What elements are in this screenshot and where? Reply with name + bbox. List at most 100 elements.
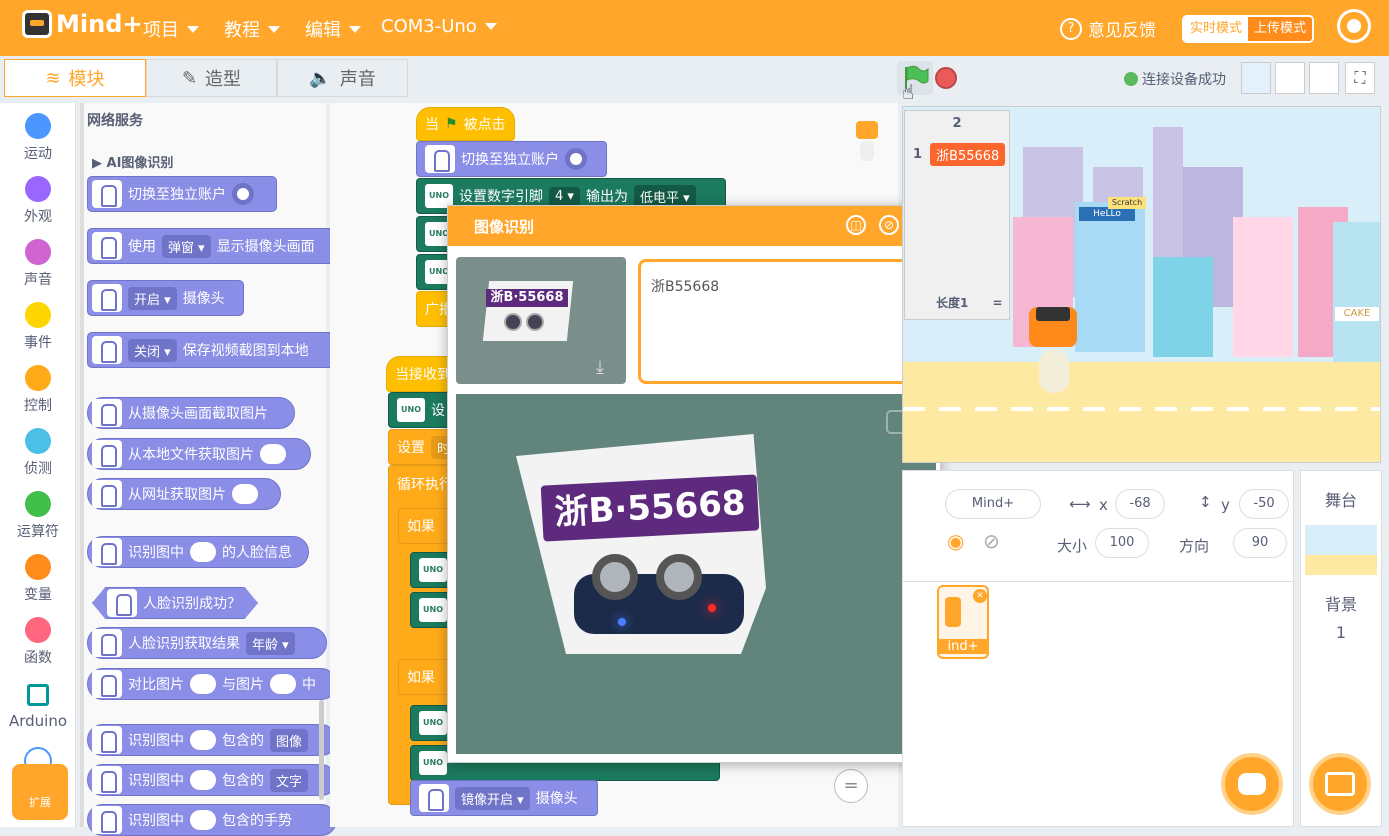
hide-eye-icon[interactable]: ⊘ xyxy=(983,529,1000,553)
mode-switch[interactable]: 实时模式 上传模式 xyxy=(1182,15,1315,43)
pin-dropdown: 4 ▾ xyxy=(549,186,580,206)
block-from-local[interactable]: 从本地文件获取图片 xyxy=(87,438,311,470)
block-close-save[interactable]: 关闭 ▾ 保存视频截图到本地 xyxy=(87,332,337,368)
small-stage-button[interactable] xyxy=(1241,62,1271,94)
block-when-receive[interactable]: 当接收到 xyxy=(386,356,456,392)
upload-mode-button[interactable]: 上传模式 xyxy=(1248,17,1313,41)
category-motion[interactable]: 运动 xyxy=(0,113,76,163)
category-functions[interactable]: 函数 xyxy=(0,617,76,667)
list-monitor[interactable]: 2 1 浙B55668 xyxy=(904,110,1010,320)
sprite-name-input[interactable]: Mind+ xyxy=(945,489,1041,519)
palette-section-title: 网络服务 xyxy=(87,113,143,129)
stop-button[interactable] xyxy=(935,67,957,89)
mind-bot-icon xyxy=(22,10,52,38)
menu-edit[interactable]: 编辑 xyxy=(305,16,361,42)
gear-icon[interactable] xyxy=(1340,12,1368,40)
block-face-success[interactable]: 人脸识别成功？ xyxy=(92,587,258,619)
tab-sounds[interactable]: 🔈 声音 xyxy=(277,59,408,97)
menu-project[interactable]: 项目 xyxy=(143,16,199,42)
popup-dropdown: 弹窗 ▾ xyxy=(162,234,211,258)
block-mirror-open[interactable]: 镜像开启 ▾ 摄像头 xyxy=(410,780,598,816)
direction-input[interactable]: 90 xyxy=(1233,528,1287,558)
close-dropdown: 关闭 ▾ xyxy=(128,338,177,362)
block-switch-account[interactable]: 切换至独立账户 xyxy=(416,141,607,177)
block-set-time[interactable]: 设置时 xyxy=(388,429,457,465)
block-switch-account[interactable]: 切换至独立账户 xyxy=(87,176,277,212)
hide-eye-icon[interactable]: ⊘ xyxy=(879,215,899,235)
palette-scrollbar[interactable] xyxy=(319,700,324,800)
delete-sprite-icon[interactable]: ✕ xyxy=(973,589,987,603)
face-ai-icon xyxy=(92,399,122,427)
tab-costumes[interactable]: ✎ 造型 xyxy=(146,59,277,97)
category-looks[interactable]: 外观 xyxy=(0,176,76,226)
backdrop-thumbnail[interactable] xyxy=(1305,525,1377,575)
show-eye-icon[interactable]: ◉ xyxy=(947,529,964,553)
age-dropdown: 年龄 ▾ xyxy=(246,631,295,655)
category-dot-icon xyxy=(25,239,51,265)
block-face-result[interactable]: 人脸识别获取结果 年龄 ▾ xyxy=(87,627,327,659)
x-input[interactable]: -68 xyxy=(1115,489,1165,519)
gear-icon xyxy=(565,148,587,170)
app-logo[interactable]: Mind+ xyxy=(22,10,142,38)
block-recognize-face[interactable]: 识别图中 的人脸信息 xyxy=(87,536,309,568)
download-icon[interactable]: ⤓ xyxy=(596,357,616,378)
sprite-preview-icon xyxy=(852,115,882,165)
connected-dot-icon xyxy=(1124,72,1138,86)
extension-button[interactable]: 扩展 xyxy=(12,764,68,820)
image-icon xyxy=(1325,772,1355,796)
sprite-thumbnail[interactable]: ind+ ✕ xyxy=(937,585,989,659)
category-sound[interactable]: 声音 xyxy=(0,239,76,289)
menu-port[interactable]: COM3-Uno xyxy=(381,16,497,37)
face-ai-icon xyxy=(92,766,122,794)
scratch-sign: Scratch xyxy=(1108,197,1146,209)
chevron-down-icon xyxy=(187,25,199,33)
recognition-result-box[interactable]: 浙B55668 xyxy=(638,259,935,384)
block-use-popup[interactable]: 使用 弹窗 ▾ 显示摄像头画面 xyxy=(87,228,337,264)
block-open-camera[interactable]: 开启 ▾ 摄像头 xyxy=(87,280,244,316)
block-when-flag[interactable]: 当 ⚑ 被点击 xyxy=(416,107,515,141)
pin-window-icon[interactable]: ◫ xyxy=(846,215,866,235)
tab-blocks[interactable]: ≋ 模块 xyxy=(4,59,146,97)
category-events[interactable]: 事件 xyxy=(0,302,76,352)
block-contains-gesture[interactable]: 识别图中 包含的手势 xyxy=(87,804,337,836)
face-ai-icon xyxy=(92,284,122,312)
category-arduino[interactable]: Arduino xyxy=(0,680,76,730)
category-dot-icon xyxy=(25,176,51,202)
face-ai-icon xyxy=(92,670,122,698)
face-ai-icon xyxy=(92,232,122,260)
add-backdrop-button[interactable] xyxy=(1309,753,1371,815)
chevron-down-icon xyxy=(268,25,280,33)
block-from-url[interactable]: 从网址获取图片 xyxy=(87,478,281,510)
category-menu: 运动 外观 声音 事件 控制 侦测 运算符 变量 函数 Arduino xyxy=(0,103,76,827)
pointer-hand-icon: ☝ xyxy=(902,80,915,104)
category-dot-icon xyxy=(25,302,51,328)
palette-subsection-title[interactable]: ▶ AI图像识别 xyxy=(92,152,173,171)
category-control[interactable]: 控制 xyxy=(0,365,76,415)
block-compare[interactable]: 对比图片 与图片中 xyxy=(87,668,337,700)
block-from-camera[interactable]: 从摄像头画面截取图片 xyxy=(87,397,295,429)
normal-stage-button[interactable] xyxy=(1275,62,1305,94)
feedback-button[interactable]: ? 意见反馈 xyxy=(1060,16,1156,41)
block-set-2[interactable]: UNO 设 xyxy=(388,392,456,428)
category-sensing[interactable]: 侦测 xyxy=(0,428,76,478)
list-length: 长度1 = xyxy=(936,296,1003,310)
category-dot-icon xyxy=(25,365,51,391)
menu-tutorial[interactable]: 教程 xyxy=(224,16,280,42)
block-contains-image[interactable]: 识别图中 包含的 图像 xyxy=(87,724,337,756)
camera-preview: 浙B·55668 xyxy=(456,394,936,754)
uno-icon: UNO xyxy=(419,751,447,775)
category-operators[interactable]: 运算符 xyxy=(0,491,76,541)
size-input[interactable]: 100 xyxy=(1095,528,1149,558)
mind-plus-sprite[interactable] xyxy=(1029,285,1085,409)
block-contains-text[interactable]: 识别图中 包含的 文字 xyxy=(87,764,337,796)
category-variables[interactable]: 变量 xyxy=(0,554,76,604)
green-flag-icon: ⚑ xyxy=(445,116,458,132)
image-recognition-dialog: 图像识别 ◫ ⊘ ✕ 浙B·55668 ⤓ 浙B55668 浙B·55668 xyxy=(447,205,942,763)
add-sprite-button[interactable] xyxy=(1221,753,1283,815)
large-stage-button[interactable] xyxy=(1309,62,1339,94)
zoom-reset-button[interactable]: = xyxy=(834,769,868,803)
y-input[interactable]: -50 xyxy=(1239,489,1289,519)
list-monitor-row: 1 浙B55668 xyxy=(913,143,1006,166)
fullscreen-icon[interactable]: ⛶ xyxy=(1345,62,1375,94)
realtime-mode-button[interactable]: 实时模式 xyxy=(1184,17,1249,41)
